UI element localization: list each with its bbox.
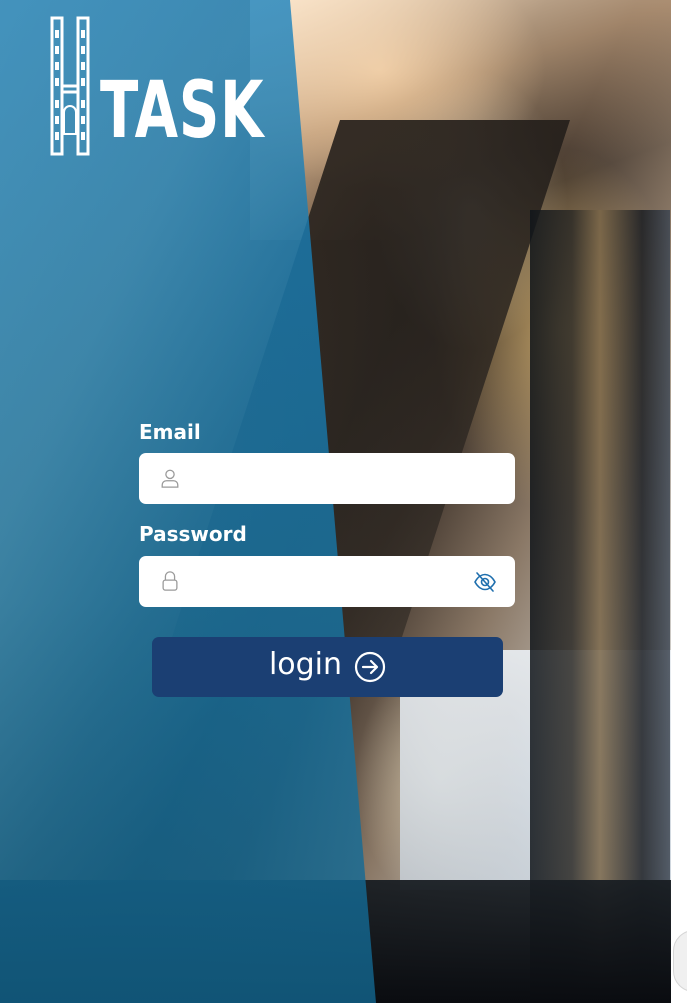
app-logo: TASK <box>50 16 328 156</box>
password-field[interactable] <box>139 556 515 607</box>
arrow-right-circle-icon <box>354 651 386 683</box>
login-button-label: login <box>268 647 343 682</box>
email-input[interactable] <box>197 461 471 497</box>
eye-off-icon[interactable] <box>473 571 497 593</box>
email-field[interactable] <box>139 453 515 504</box>
password-label: Password <box>139 522 247 546</box>
login-button[interactable]: login <box>152 637 503 697</box>
page-edge <box>671 0 687 1003</box>
logo-mark-icon <box>50 16 90 156</box>
email-label: Email <box>139 420 201 444</box>
logo-text: TASK <box>100 66 265 156</box>
login-screen: TASK Email Password login <box>0 0 687 1003</box>
lock-icon <box>162 571 178 591</box>
password-input[interactable] <box>197 564 471 600</box>
user-icon <box>161 469 179 488</box>
